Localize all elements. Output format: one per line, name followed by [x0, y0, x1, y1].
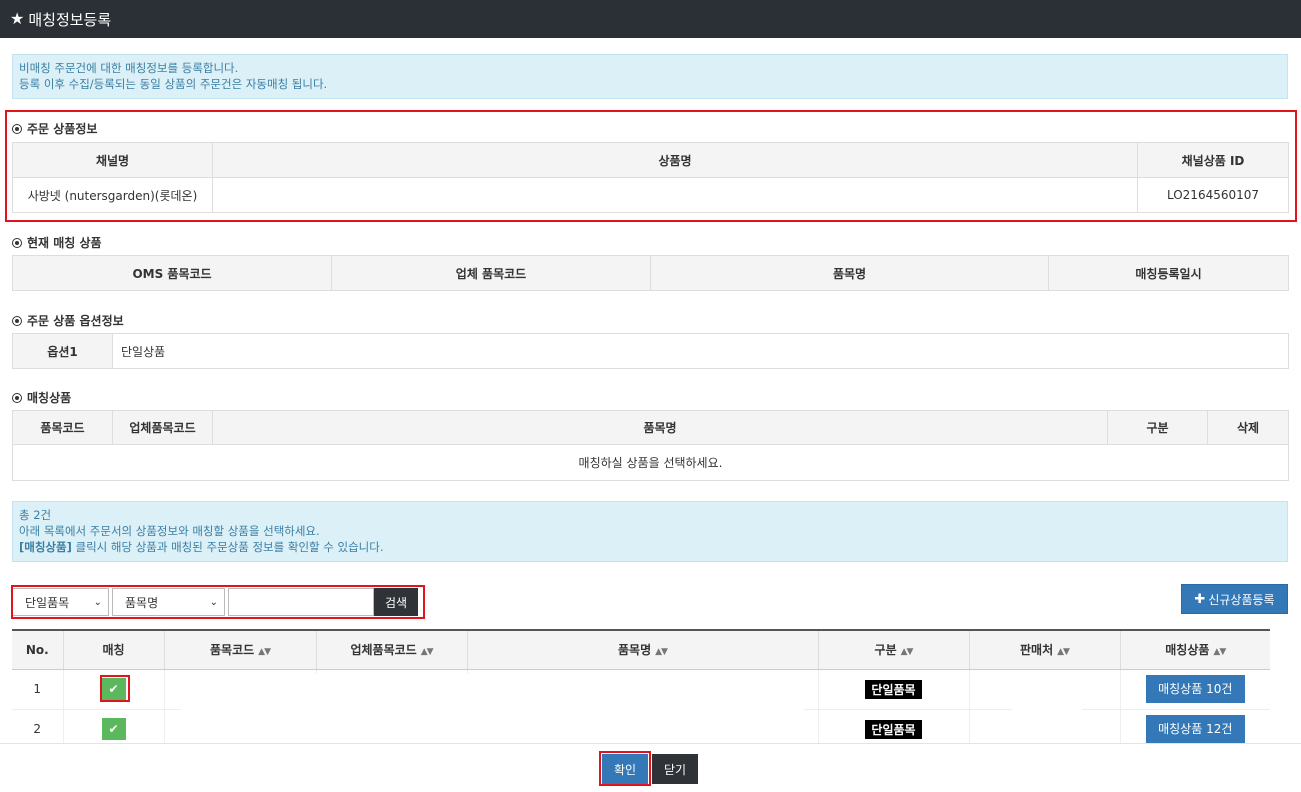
sort-icon[interactable]: ▲▼ — [901, 647, 914, 657]
column-header: 채널명 — [12, 142, 213, 178]
title-bar: ★ 매칭정보등록 — [0, 0, 1301, 38]
column-header-seller[interactable]: 판매처 ▲▼ — [968, 629, 1120, 670]
sort-icon[interactable]: ▲▼ — [421, 647, 434, 657]
column-header: 상품명 — [212, 142, 1138, 178]
section-title-order-product: 주문 상품정보 — [12, 120, 97, 137]
match-cell: ✔ — [62, 709, 164, 743]
column-header-no: No. — [12, 629, 63, 670]
notice-bold-text: [매칭상품] — [19, 540, 72, 554]
bullet-icon — [12, 123, 22, 134]
footer-bar — [0, 743, 1301, 792]
bullet-icon — [12, 392, 22, 403]
section-title-text: 주문 상품 옵션정보 — [27, 314, 124, 328]
search-input[interactable] — [228, 588, 374, 616]
list-notice: 총 2건 아래 목록에서 주문서의 상품정보와 매칭할 상품을 선택하세요. [… — [12, 501, 1288, 562]
type-cell: 단일품목 — [817, 709, 969, 743]
section-title-order-option: 주문 상품 옵션정보 — [12, 312, 124, 329]
plus-icon: ✚ — [1194, 591, 1206, 607]
bullet-icon — [12, 237, 22, 248]
section-title-text: 주문 상품정보 — [27, 122, 98, 136]
new-product-button[interactable]: ✚ 신규상품등록 — [1181, 584, 1288, 614]
column-header: 품목코드 — [12, 410, 113, 445]
item-type-select[interactable]: 단일품목 ⌄ — [12, 588, 109, 616]
order-option-table: 옵션1 단일상품 — [12, 333, 1289, 369]
search-field-select[interactable]: 품목명 ⌄ — [112, 588, 225, 616]
column-header-item-code[interactable]: 품목코드 ▲▼ — [163, 629, 316, 670]
sort-icon[interactable]: ▲▼ — [655, 647, 668, 657]
row-number: 2 — [12, 709, 63, 743]
column-header-type[interactable]: 구분 ▲▼ — [817, 629, 969, 670]
type-cell: 단일품목 — [817, 669, 969, 710]
column-header-item-name[interactable]: 품목명 ▲▼ — [466, 629, 818, 670]
notice-line: 비매칭 주문건에 대한 매칭정보를 등록합니다. — [19, 61, 239, 75]
column-header: 품목명 — [650, 255, 1049, 291]
section-title-current-match: 현재 매칭 상품 — [12, 234, 102, 251]
sort-icon[interactable]: ▲▼ — [258, 647, 271, 657]
match-products-cell: 매칭상품 10건 — [1119, 669, 1270, 710]
notice-line: 아래 목록에서 주문서의 상품정보와 매칭할 상품을 선택하세요. — [19, 524, 320, 538]
option-label: 옵션1 — [12, 333, 113, 369]
notice-text: 클릭시 해당 상품과 매칭된 주문상품 정보를 확인할 수 있습니다. — [71, 540, 384, 554]
section-title-match-products: 매칭상품 — [12, 389, 71, 406]
match-products-table: 품목코드 업체품목코드 품목명 구분 삭제 매칭하실 상품을 선택하세요. — [12, 410, 1289, 481]
redacted-area — [1012, 679, 1082, 740]
notice-line: 등록 이후 수집/등록되는 동일 상품의 주문건은 자동매칭 됩니다. — [19, 77, 328, 91]
column-header: 삭제 — [1207, 410, 1289, 445]
check-icon[interactable]: ✔ — [101, 678, 126, 700]
row-number: 1 — [12, 669, 63, 710]
chevron-down-icon: ⌄ — [209, 596, 218, 608]
order-product-table: 채널명 상품명 채널상품 ID 사방넷 (nutersgarden)(롯데온) … — [12, 142, 1289, 213]
star-icon: ★ — [10, 9, 25, 28]
section-title-text: 현재 매칭 상품 — [27, 236, 102, 250]
sort-icon[interactable]: ▲▼ — [1213, 647, 1226, 657]
product-list[interactable]: No. 매칭 품목코드 ▲▼ 업체품목코드 ▲▼ 품목명 ▲▼ 구분 ▲▼ 판매처 ▲▼ … — [12, 629, 1270, 743]
column-header-vendor-code[interactable]: 업체품목코드 ▲▼ — [315, 629, 467, 670]
column-header: 품목명 — [212, 410, 1108, 445]
select-value: 단일품목 — [25, 595, 70, 610]
channel-product-id-cell: LO2164560107 — [1137, 177, 1289, 213]
search-area: 단일품목 ⌄ 품목명 ⌄ 검색 — [12, 587, 418, 617]
window-title: 매칭정보등록 — [28, 10, 112, 29]
match-products-cell: 매칭상품 12건 — [1119, 709, 1270, 743]
button-label: 신규상품등록 — [1208, 592, 1275, 607]
type-badge: 단일품목 — [865, 719, 922, 739]
column-header: 구분 — [1107, 410, 1208, 445]
option-value: 단일상품 — [112, 333, 1289, 369]
bullet-icon — [12, 315, 22, 326]
close-button[interactable]: 닫기 — [652, 754, 698, 784]
match-cell: ✔ — [62, 669, 164, 710]
section-title-text: 매칭상품 — [27, 391, 72, 405]
chevron-down-icon: ⌄ — [93, 596, 102, 608]
column-header: 매칭등록일시 — [1048, 255, 1289, 291]
column-header: 업체품목코드 — [112, 410, 213, 445]
channel-name-cell: 사방넷 (nutersgarden)(롯데온) — [12, 177, 213, 213]
column-header: 채널상품 ID — [1137, 142, 1289, 178]
match-products-button[interactable]: 매칭상품 12건 — [1145, 715, 1245, 743]
notice-line: [매칭상품] 클릭시 해당 상품과 매칭된 주문상품 정보를 확인할 수 있습니… — [19, 539, 1281, 555]
search-button[interactable]: 검색 — [374, 588, 418, 616]
column-header: OMS 품목코드 — [12, 255, 332, 291]
redacted-area — [181, 674, 804, 743]
confirm-button[interactable]: 확인 — [602, 754, 648, 784]
match-products-button[interactable]: 매칭상품 10건 — [1145, 675, 1245, 703]
total-count: 총 2건 — [19, 508, 52, 522]
current-match-table: OMS 품목코드 업체 품목코드 품목명 매칭등록일시 — [12, 255, 1289, 291]
column-header-match: 매칭 — [62, 629, 164, 670]
empty-message: 매칭하실 상품을 선택하세요. — [12, 444, 1289, 481]
type-badge: 단일품목 — [865, 679, 922, 699]
check-icon[interactable]: ✔ — [101, 718, 126, 740]
column-header: 업체 품목코드 — [331, 255, 651, 291]
info-notice: 비매칭 주문건에 대한 매칭정보를 등록합니다. 등록 이후 수집/등록되는 동… — [12, 54, 1288, 99]
column-header-match-products[interactable]: 매칭상품 ▲▼ — [1119, 629, 1270, 670]
sort-icon[interactable]: ▲▼ — [1057, 647, 1070, 657]
select-value: 품목명 — [125, 595, 159, 610]
product-name-cell — [212, 177, 1138, 213]
